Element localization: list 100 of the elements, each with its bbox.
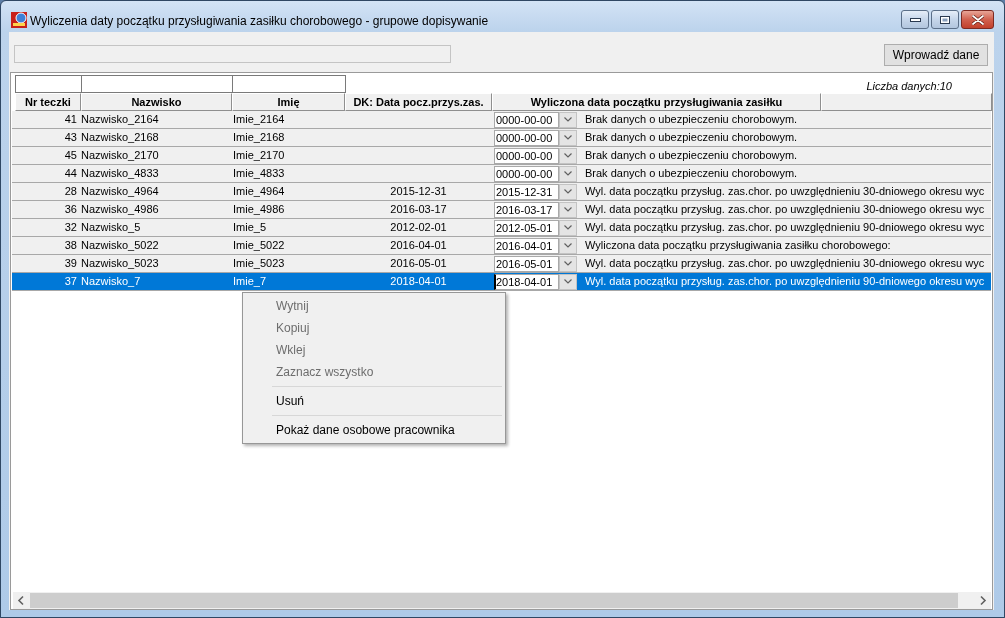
table-cell-text: Nazwisko_5023 [81, 256, 160, 271]
table-cell-text: Nazwisko_4964 [81, 184, 160, 199]
scrollbar-thumb[interactable] [30, 593, 958, 608]
table-cell-text: 44 [63, 166, 78, 181]
date-field[interactable]: 2016-03-17 [494, 201, 559, 218]
table-cell-text: 28 [63, 184, 78, 199]
table-cell-text: 2015-12-31 [389, 184, 448, 199]
dropdown-button[interactable] [559, 237, 577, 254]
date-field[interactable]: 0000-00-00 [494, 111, 559, 128]
table-cell-text: Imie_2170 [232, 148, 286, 163]
table-row[interactable]: 41 Nazwisko_2164 Imie_2164 0000-00-00 Brak danych o ubezpieczeniu chorobowym. [12, 111, 991, 129]
table-cell-text: 32 [63, 220, 78, 235]
date-field[interactable]: 0000-00-00 [494, 165, 559, 182]
chevron-down-icon [564, 117, 572, 122]
table-cell-text: 2016-04-01 [389, 238, 448, 253]
dropdown-button[interactable] [559, 255, 577, 272]
dropdown-button[interactable] [559, 111, 577, 128]
table-cell-text: 41 [63, 112, 78, 127]
table-cell-text: 37 [63, 274, 78, 289]
table-cell-text: Imie_5 [232, 220, 268, 235]
date-field[interactable]: 0000-00-00 [494, 129, 559, 146]
table-row[interactable]: 43 Nazwisko_2168 Imie_2168 0000-00-00 Brak danych o ubezpieczeniu chorobowym. [12, 129, 991, 147]
table-cell-text: Imie_4833 [232, 166, 286, 181]
dropdown-button[interactable] [559, 165, 577, 182]
table-cell-text: Wyl. data początku przysług. zas.chor. po uwzględnieniu 90-dniowego okresu wyc [585, 274, 985, 289]
chevron-down-icon [564, 225, 572, 230]
table-cell-text: Brak danych o ubezpieczeniu chorobowym. [585, 130, 798, 145]
table-cell-text: 2016-05-01 [389, 256, 448, 271]
app-icon [11, 12, 27, 28]
table-row[interactable]: 36 Nazwisko_4986 Imie_4986 2016-03-17 2016-03-17 Wyl. data początku przysług. zas.chor. po uwzględnieniu 30-dniowego okresu wyc [12, 201, 991, 219]
table-cell-text: Imie_4964 [232, 184, 286, 199]
column-header[interactable] [821, 93, 992, 111]
chevron-down-icon [564, 243, 572, 248]
table-cell-text: Brak danych o ubezpieczeniu chorobowym. [585, 148, 798, 163]
table-cell-text: 38 [63, 238, 78, 253]
table-cell-text: Imie_7 [232, 274, 268, 289]
dropdown-button[interactable] [559, 201, 577, 218]
table-cell-text: Wyl. data początku przysług. zas.chor. po uwzględnieniu 30-dniowego okresu wyc [585, 256, 985, 271]
table-cell-text: 45 [63, 148, 78, 163]
table-row[interactable]: 28 Nazwisko_4964 Imie_4964 2015-12-31 2015-12-31 Wyl. data początku przysług. zas.chor. po uwzględnieniu 30-dniowego okresu wyc [12, 183, 991, 201]
column-header[interactable]: DK: Data pocz.przys.zas. [345, 93, 492, 111]
chevron-down-icon [564, 135, 572, 140]
date-field[interactable]: 2018-04-01 [494, 273, 559, 290]
filter-field[interactable] [15, 75, 82, 93]
dropdown-button[interactable] [559, 273, 577, 290]
table-cell-text: Nazwisko_4833 [81, 166, 160, 181]
date-field[interactable]: 2012-05-01 [494, 219, 559, 236]
table-cell-text: Nazwisko_7 [81, 274, 142, 289]
count-label: Liczba danych:10 [866, 80, 952, 93]
table-cell-text: Wyl. data początku przysług. zas.chor. po uwzględnieniu 30-dniowego okresu wyc [585, 184, 985, 199]
table-cell-text: 43 [63, 130, 78, 145]
column-header[interactable]: Wyliczona data początku przysługiwania zasiłku [492, 93, 821, 111]
date-field[interactable]: 2016-05-01 [494, 255, 559, 272]
chevron-down-icon [564, 261, 572, 266]
chevron-down-icon [564, 189, 572, 194]
chevron-down-icon [564, 153, 572, 158]
table-row[interactable]: 38 Nazwisko_5022 Imie_5022 2016-04-01 2016-04-01 Wyliczona data początku przysługiwania zasiłku chorobowego: [12, 237, 991, 255]
table-cell-text: Nazwisko_4986 [81, 202, 160, 217]
enter-data-button[interactable]: Wprowadź dane [884, 44, 988, 66]
table-cell-text: 2016-03-17 [389, 202, 448, 217]
table-row[interactable]: 45 Nazwisko_2170 Imie_2170 0000-00-00 Brak danych o ubezpieczeniu chorobowym. [12, 147, 991, 165]
table-cell-text: Nazwisko_5022 [81, 238, 160, 253]
column-header[interactable]: Imię [232, 93, 345, 111]
maximize-icon [940, 15, 950, 24]
table-cell-text: Wyl. data początku przysług. zas.chor. po uwzględnieniu 90-dniowego okresu wyc [585, 220, 985, 235]
chevron-down-icon [564, 171, 572, 176]
table-cell-text: Wyliczona data początku przysługiwania zasiłku chorobowego: [585, 238, 891, 253]
table-cell-text: Imie_2168 [232, 130, 286, 145]
minimize-icon [909, 17, 921, 22]
menu-item[interactable]: Usuń [245, 390, 503, 412]
filter-field[interactable] [232, 75, 346, 93]
table-row[interactable]: 39 Nazwisko_5023 Imie_5023 2016-05-01 2016-05-01 Wyl. data początku przysług. zas.chor. po uwzględnieniu 30-dniowego okresu wyc [12, 255, 991, 273]
table-cell-text: Imie_5023 [232, 256, 286, 271]
table-row[interactable]: 32 Nazwisko_5 Imie_5 2012-02-01 2012-05-01 Wyl. data początku przysług. zas.chor. po uwzględnieniu 90-dniowego okresu wyc [12, 219, 991, 237]
table-cell-text: 2018-04-01 [389, 274, 448, 289]
close-icon [971, 14, 984, 25]
dropdown-button[interactable] [559, 219, 577, 236]
close-button[interactable] [961, 10, 994, 29]
filter-field[interactable] [81, 75, 233, 93]
dropdown-button[interactable] [559, 129, 577, 146]
table-cell-text: Nazwisko_2164 [81, 112, 160, 127]
table-row[interactable]: 44 Nazwisko_4833 Imie_4833 0000-00-00 Brak danych o ubezpieczeniu chorobowym. [12, 165, 991, 183]
table-cell-text: Imie_4986 [232, 202, 286, 217]
input-field[interactable] [14, 45, 451, 63]
date-field[interactable]: 2016-04-01 [494, 237, 559, 254]
maximize-button[interactable] [931, 10, 959, 29]
menu-item[interactable]: Pokaż dane osobowe pracownika [245, 419, 503, 441]
table-row[interactable]: 37 Nazwisko_7 Imie_7 2018-04-01 2018-04-01 Wyl. data początku przysług. zas.chor. po uwzględnieniu 90-dniowego okresu wyc [12, 273, 991, 291]
chevron-down-icon [564, 207, 572, 212]
column-header[interactable]: Nazwisko [81, 93, 232, 111]
minimize-button[interactable] [901, 10, 929, 29]
date-field[interactable]: 2015-12-31 [494, 183, 559, 200]
column-header[interactable]: Nr teczki [15, 93, 81, 111]
dropdown-button[interactable] [559, 183, 577, 200]
date-field[interactable]: 0000-00-00 [494, 147, 559, 164]
table-cell-text: Imie_2164 [232, 112, 286, 127]
table-cell-text: Nazwisko_2168 [81, 130, 160, 145]
dropdown-button[interactable] [559, 147, 577, 164]
table-cell-text: Nazwisko_5 [81, 220, 142, 235]
table-cell-text: Wyl. data początku przysług. zas.chor. po uwzględnieniu 30-dniowego okresu wyc [585, 202, 985, 217]
